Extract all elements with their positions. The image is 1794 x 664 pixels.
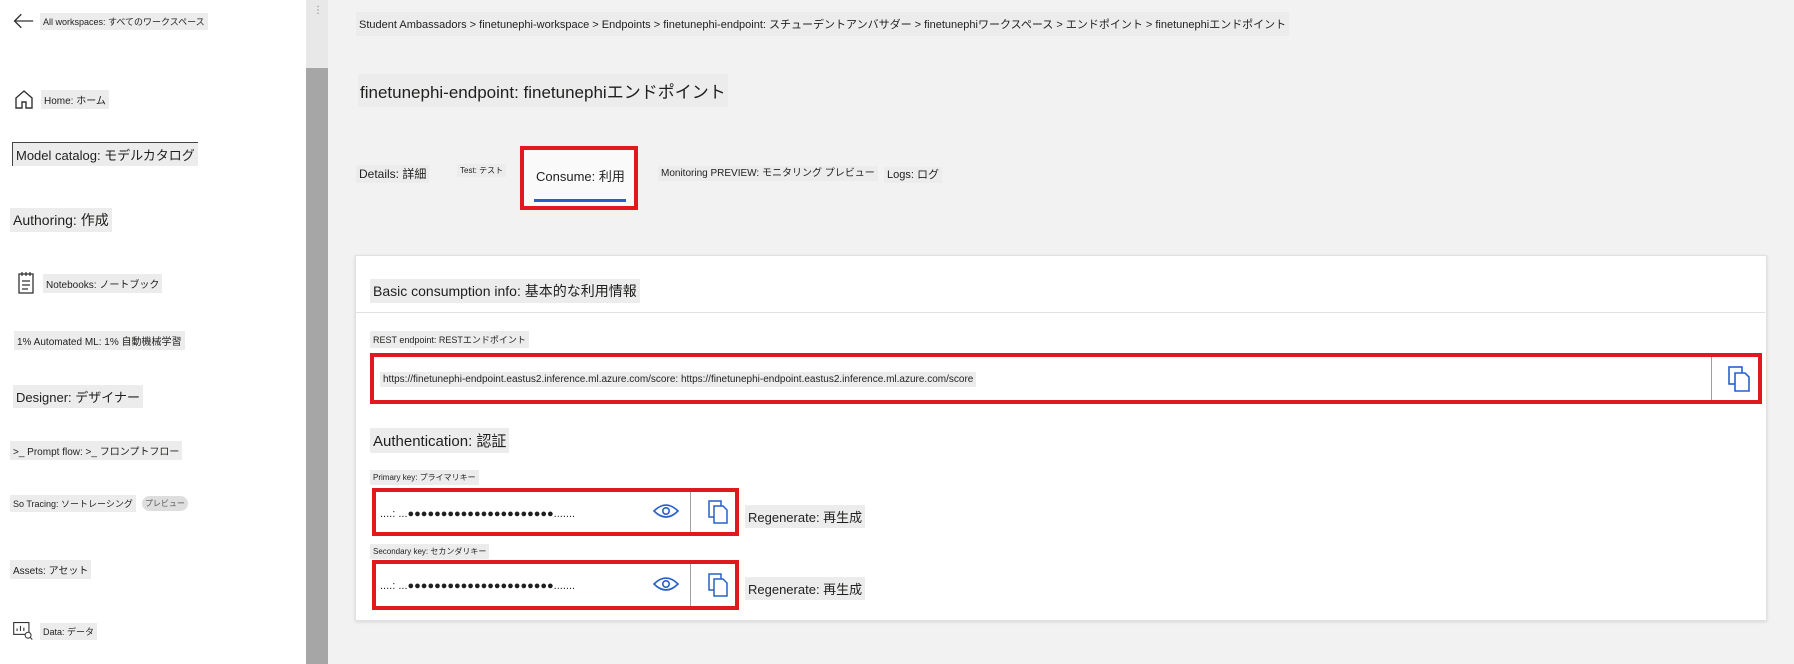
show-secondary-key-button[interactable] <box>652 576 680 597</box>
sidebar-item-label: 1% Automated ML: 1% 自動機械学習 <box>14 331 185 350</box>
breadcrumb[interactable]: Student Ambassadors > finetunephi-worksp… <box>356 12 1290 36</box>
eye-icon <box>652 577 680 596</box>
show-primary-key-button[interactable] <box>652 503 680 524</box>
primary-key-label: Primary key: プライマリキー <box>370 470 479 485</box>
preview-badge: プレビュー <box>141 496 188 511</box>
tab-label: Logs: ログ <box>884 167 942 183</box>
sidebar-item-designer[interactable]: Designer: デザイナー <box>13 385 143 408</box>
tab-monitoring[interactable]: Monitoring PREVIEW: モニタリング プレビュー <box>658 164 878 181</box>
tab-label: Test: テスト <box>457 164 507 177</box>
primary-key-field[interactable]: ....: ...●●●●●●●●●●●●●●●●●●●●●●....... <box>380 508 575 520</box>
copy-rest-endpoint-button[interactable] <box>1727 365 1751 398</box>
sidebar-item-automated-ml[interactable]: 1% Automated ML: 1% 自動機械学習 <box>14 331 185 350</box>
field-divider <box>1711 357 1712 400</box>
sidebar-item-label: Data: データ <box>40 622 98 640</box>
tab-consume[interactable]: Consume: 利用 <box>533 166 628 185</box>
basic-consumption-title: Basic consumption info: 基本的な利用情報 <box>370 279 640 303</box>
back-arrow-icon[interactable] <box>12 10 34 32</box>
regenerate-primary-button[interactable]: Regenerate: 再生成 <box>745 505 866 528</box>
tab-label: Monitoring PREVIEW: モニタリング プレビュー <box>658 166 878 181</box>
copy-secondary-key-button[interactable] <box>707 572 729 603</box>
field-divider <box>690 492 691 532</box>
sidebar-item-label: Designer: デザイナー <box>13 385 143 408</box>
sidebar-item-label: Home: ホーム <box>41 89 109 109</box>
sidebar-item-label: Model catalog: モデルカタログ <box>12 142 198 166</box>
tab-details[interactable]: Details: 詳細 <box>356 165 430 183</box>
rest-endpoint-field[interactable]: https://finetunephi-endpoint.eastus2.inf… <box>380 372 977 387</box>
active-tab-indicator <box>534 199 626 202</box>
secondary-key-label: Secondary key: セカンダリキー <box>370 544 490 559</box>
grip-icon[interactable]: ⋮ <box>313 5 323 16</box>
sidebar-section-label: Authoring: 作成 <box>10 208 112 232</box>
sidebar-item-label: So Tracing: ソートレーシング <box>10 495 136 512</box>
tab-test[interactable]: Test: テスト <box>457 164 507 177</box>
sidebar-item-label: Notebooks: ノートブック <box>43 273 163 293</box>
sidebar-scrollbar[interactable] <box>306 0 328 664</box>
authentication-title: Authentication: 認証 <box>370 428 510 453</box>
sidebar-item-notebooks[interactable]: Notebooks: ノートブック <box>15 272 163 294</box>
page-title: finetunephi-endpoint: finetunephiエンドポイント <box>358 74 728 107</box>
home-icon <box>13 88 35 110</box>
copy-icon <box>1727 366 1751 397</box>
sidebar-item-model-catalog[interactable]: Model catalog: モデルカタログ <box>12 142 198 166</box>
field-divider <box>690 564 691 606</box>
copy-icon <box>707 573 729 602</box>
copy-primary-key-button[interactable] <box>707 499 729 530</box>
tab-label: Consume: 利用 <box>536 169 625 184</box>
sidebar: All workspaces: すべてのワークスペース Home: ホーム Mo… <box>0 0 306 664</box>
secondary-key-field[interactable]: ....: ...●●●●●●●●●●●●●●●●●●●●●●....... <box>380 580 575 592</box>
sidebar-item-assets[interactable]: Assets: アセット <box>10 560 92 579</box>
sidebar-item-label: Assets: アセット <box>10 560 92 579</box>
sidebar-item-home[interactable]: Home: ホーム <box>13 88 109 110</box>
tab-label: Details: 詳細 <box>356 165 430 183</box>
sidebar-item-prompt-flow[interactable]: >_ Prompt flow: >_ フロンプトフロー <box>10 441 183 460</box>
tab-logs[interactable]: Logs: ログ <box>884 166 942 183</box>
eye-icon <box>652 504 680 523</box>
sidebar-item-data[interactable]: Data: データ <box>12 620 98 642</box>
copy-icon <box>707 500 729 529</box>
all-workspaces-link[interactable]: All workspaces: すべてのワークスペース <box>12 10 208 32</box>
rest-endpoint-label: REST endpoint: RESTエンドポイント <box>370 331 529 348</box>
card-divider <box>355 312 1765 313</box>
regenerate-secondary-button[interactable]: Regenerate: 再生成 <box>745 577 866 600</box>
sidebar-section-authoring: Authoring: 作成 <box>10 208 112 232</box>
data-icon <box>12 620 34 642</box>
notebook-icon <box>15 272 37 294</box>
sidebar-item-tracing[interactable]: So Tracing: ソートレーシング プレビュー <box>10 495 188 512</box>
sidebar-item-label: >_ Prompt flow: >_ フロンプトフロー <box>10 441 183 460</box>
all-workspaces-label: All workspaces: すべてのワークスペース <box>40 12 208 30</box>
